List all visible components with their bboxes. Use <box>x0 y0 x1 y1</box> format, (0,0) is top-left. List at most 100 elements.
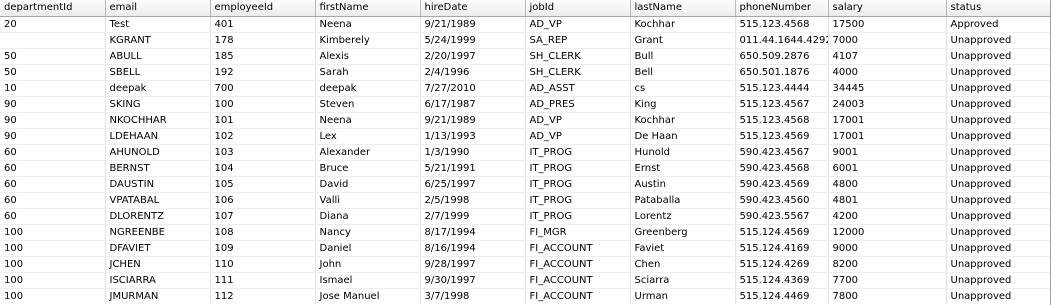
cell-firstName[interactable]: deepak <box>315 80 421 97</box>
cell-salary[interactable]: 17500 <box>828 16 947 33</box>
cell-salary[interactable]: 4801 <box>828 192 947 209</box>
cell-phoneNumber[interactable]: 515.124.4269 <box>735 256 829 273</box>
cell-email[interactable]: VPATABAL <box>105 192 211 209</box>
cell-jobId[interactable]: FI_ACCOUNT <box>525 240 631 257</box>
cell-departmentId[interactable]: 10 <box>0 80 106 97</box>
table-row[interactable]: 60 BERNST 104 Bruce 5/21/1991 IT_PROG Ernst 590… <box>0 160 1050 177</box>
cell-email[interactable]: AHUNOLD <box>105 144 211 161</box>
cell-jobId[interactable]: FI_MGR <box>525 224 631 241</box>
cell-status[interactable]: Unapproved <box>946 64 1050 81</box>
cell-jobId[interactable]: AD_VP <box>525 128 631 145</box>
cell-phoneNumber[interactable]: 590.423.4569 <box>735 176 829 193</box>
cell-firstName[interactable]: Alexander <box>315 144 421 161</box>
cell-lastName[interactable]: Faviet <box>630 240 736 257</box>
cell-employeeId[interactable]: 103 <box>210 144 316 161</box>
cell-phoneNumber[interactable]: 590.423.4567 <box>735 144 829 161</box>
cell-email[interactable]: SBELL <box>105 64 211 81</box>
cell-hireDate[interactable]: 2/20/1997 <box>420 48 526 65</box>
cell-hireDate[interactable]: 9/21/1989 <box>420 112 526 129</box>
cell-jobId[interactable]: AD_VP <box>525 16 631 33</box>
table-row[interactable]: 60 DLORENTZ 107 Diana 2/7/1999 IT_PROG Lorentz… <box>0 208 1050 225</box>
column-header-employeeId[interactable]: employeeId <box>210 0 316 17</box>
cell-phoneNumber[interactable]: 515.124.4469 <box>735 288 829 304</box>
cell-status[interactable]: Unapproved <box>946 176 1050 193</box>
cell-departmentId[interactable]: 90 <box>0 96 106 113</box>
column-header-hireDate[interactable]: hireDate <box>420 0 526 17</box>
cell-phoneNumber[interactable]: 515.123.4444 <box>735 80 829 97</box>
table-row[interactable]: 100 ISCIARRA 111 Ismael 9/30/1997 FI_ACCOUNT S… <box>0 272 1050 289</box>
cell-firstName[interactable]: Alexis <box>315 48 421 65</box>
cell-salary[interactable]: 9001 <box>828 144 947 161</box>
cell-firstName[interactable]: John <box>315 256 421 273</box>
cell-employeeId[interactable]: 700 <box>210 80 316 97</box>
cell-status[interactable]: Unapproved <box>946 48 1050 65</box>
column-header-lastName[interactable]: lastName <box>630 0 736 17</box>
cell-departmentId[interactable]: 60 <box>0 192 106 209</box>
cell-lastName[interactable]: Greenberg <box>630 224 736 241</box>
results-grid[interactable]: departmentId email employeeId firstName hire… <box>0 0 1051 305</box>
cell-lastName[interactable]: De Haan <box>630 128 736 145</box>
cell-jobId[interactable]: IT_PROG <box>525 144 631 161</box>
cell-departmentId[interactable]: 60 <box>0 176 106 193</box>
cell-lastName[interactable]: Bull <box>630 48 736 65</box>
cell-email[interactable]: ISCIARRA <box>105 272 211 289</box>
cell-jobId[interactable]: AD_PRES <box>525 96 631 113</box>
cell-salary[interactable]: 4000 <box>828 64 947 81</box>
cell-firstName[interactable]: Lex <box>315 128 421 145</box>
cell-departmentId[interactable]: 20 <box>0 16 106 33</box>
cell-status[interactable]: Unapproved <box>946 80 1050 97</box>
cell-status[interactable]: Unapproved <box>946 128 1050 145</box>
cell-phoneNumber[interactable]: 590.423.5567 <box>735 208 829 225</box>
cell-email[interactable]: Test <box>105 16 211 33</box>
cell-firstName[interactable]: Diana <box>315 208 421 225</box>
cell-status[interactable]: Unapproved <box>946 144 1050 161</box>
cell-employeeId[interactable]: 401 <box>210 16 316 33</box>
cell-departmentId[interactable]: 100 <box>0 288 106 304</box>
cell-hireDate[interactable]: 2/4/1996 <box>420 64 526 81</box>
cell-employeeId[interactable]: 100 <box>210 96 316 113</box>
cell-hireDate[interactable]: 9/28/1997 <box>420 256 526 273</box>
column-header-departmentId[interactable]: departmentId <box>0 0 106 17</box>
cell-status[interactable]: Unapproved <box>946 256 1050 273</box>
cell-email[interactable]: DLORENTZ <box>105 208 211 225</box>
cell-email[interactable]: NGREENBE <box>105 224 211 241</box>
cell-employeeId[interactable]: 109 <box>210 240 316 257</box>
table-row[interactable]: 60 VPATABAL 106 Valli 2/5/1998 IT_PROG Patabal… <box>0 192 1050 209</box>
cell-phoneNumber[interactable]: 515.124.4369 <box>735 272 829 289</box>
cell-salary[interactable]: 12000 <box>828 224 947 241</box>
cell-status[interactable]: Unapproved <box>946 272 1050 289</box>
cell-salary[interactable]: 8200 <box>828 256 947 273</box>
cell-employeeId[interactable]: 192 <box>210 64 316 81</box>
cell-status[interactable]: Unapproved <box>946 112 1050 129</box>
table-row[interactable]: 100 JCHEN 110 John 9/28/1997 FI_ACCOUNT Chen 51… <box>0 256 1050 273</box>
cell-departmentId[interactable]: 60 <box>0 160 106 177</box>
cell-salary[interactable]: 24003 <box>828 96 947 113</box>
cell-lastName[interactable]: Kochhar <box>630 16 736 33</box>
cell-salary[interactable]: 4800 <box>828 176 947 193</box>
cell-employeeId[interactable]: 104 <box>210 160 316 177</box>
cell-lastName[interactable]: Pataballa <box>630 192 736 209</box>
table-row[interactable]: 100 JMURMAN 112 Jose Manuel 3/7/1998 FI_ACCOU… <box>0 288 1050 304</box>
column-header-phoneNumber[interactable]: phoneNumber <box>735 0 829 17</box>
cell-email[interactable]: DAUSTIN <box>105 176 211 193</box>
cell-hireDate[interactable]: 9/30/1997 <box>420 272 526 289</box>
cell-status[interactable]: Unapproved <box>946 208 1050 225</box>
cell-salary[interactable]: 7000 <box>828 32 947 49</box>
cell-departmentId[interactable]: 60 <box>0 208 106 225</box>
cell-firstName[interactable]: Sarah <box>315 64 421 81</box>
cell-jobId[interactable]: FI_ACCOUNT <box>525 288 631 304</box>
cell-phoneNumber[interactable]: 590.423.4568 <box>735 160 829 177</box>
cell-hireDate[interactable]: 1/13/1993 <box>420 128 526 145</box>
cell-hireDate[interactable]: 9/21/1989 <box>420 16 526 33</box>
cell-employeeId[interactable]: 110 <box>210 256 316 273</box>
cell-departmentId[interactable]: 90 <box>0 128 106 145</box>
cell-lastName[interactable]: cs <box>630 80 736 97</box>
cell-phoneNumber[interactable]: 650.501.1876 <box>735 64 829 81</box>
table-row[interactable]: 90 NKOCHHAR 101 Neena 9/21/1989 AD_VP Kochhar 5… <box>0 112 1050 129</box>
cell-hireDate[interactable]: 5/21/1991 <box>420 160 526 177</box>
column-header-email[interactable]: email <box>105 0 211 17</box>
cell-lastName[interactable]: Sciarra <box>630 272 736 289</box>
cell-departmentId[interactable]: 50 <box>0 64 106 81</box>
cell-jobId[interactable]: IT_PROG <box>525 208 631 225</box>
cell-status[interactable]: Unapproved <box>946 160 1050 177</box>
